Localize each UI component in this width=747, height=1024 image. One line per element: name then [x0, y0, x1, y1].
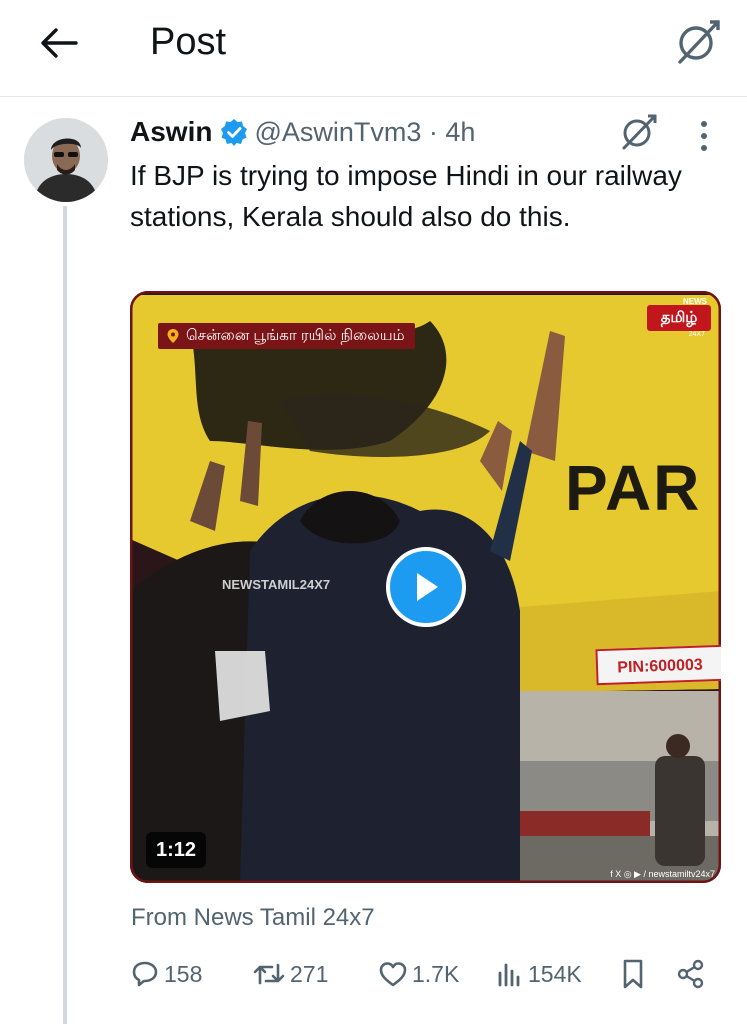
social-handles: f X ◎ ▶ / newstamiltv24x7: [610, 869, 715, 879]
grok-icon[interactable]: [620, 113, 658, 151]
post-time[interactable]: 4h: [445, 117, 475, 148]
sign-text: PAR: [565, 452, 702, 524]
video-duration: 1:12: [146, 832, 207, 868]
repost-button[interactable]: 271: [252, 956, 328, 992]
back-arrow-icon[interactable]: [36, 20, 82, 66]
pin-board: PIN:600003: [595, 644, 721, 686]
caption-text: சென்னை பூங்கா ரயில் நிலையம்: [186, 327, 405, 344]
author-row: Aswin @AswinTvm3 · 4h: [130, 114, 475, 150]
location-caption: சென்னை பூங்கா ரயில் நிலையம்: [158, 323, 415, 349]
views-icon: [498, 963, 520, 987]
action-bar: 158 271 1.7K 154K: [130, 956, 720, 992]
heart-icon: [379, 962, 407, 987]
watermark: NEWSTAMIL24X7: [222, 577, 331, 592]
source-attribution[interactable]: From News Tamil 24x7: [131, 904, 375, 932]
reply-count: 158: [164, 960, 203, 987]
like-count: 1.7K: [412, 960, 460, 987]
like-button[interactable]: 1.7K: [378, 956, 459, 992]
avatar[interactable]: [24, 118, 108, 202]
verified-badge-icon: [221, 119, 248, 146]
thread-line: [63, 206, 67, 1024]
grok-icon[interactable]: [674, 18, 722, 66]
view-count: 154K: [528, 960, 582, 987]
reply-icon: [132, 961, 158, 987]
logo-main-text: தமிழ்: [647, 305, 711, 331]
location-pin-icon: [167, 329, 179, 343]
play-button[interactable]: [386, 547, 466, 627]
views-button[interactable]: 154K: [496, 956, 582, 992]
play-icon: [417, 573, 438, 601]
author-name[interactable]: Aswin: [130, 116, 212, 148]
share-button[interactable]: [676, 956, 710, 992]
bookmark-icon: [623, 959, 643, 989]
share-icon: [677, 959, 704, 989]
repost-count: 271: [290, 960, 329, 987]
page-title: Post: [150, 21, 227, 63]
author-handle[interactable]: @AswinTvm3: [254, 117, 421, 148]
video-player[interactable]: PAR PIN:600003 சென்னை பூங்கா ரயில் நிலைய…: [130, 291, 721, 883]
reply-button[interactable]: 158: [130, 956, 202, 992]
more-options-icon[interactable]: [690, 118, 718, 154]
bookmark-button[interactable]: [620, 956, 650, 992]
profile-photo: [24, 118, 108, 202]
top-bar: Post: [0, 0, 747, 97]
tweet-text: If BJP is trying to impose Hindi in our …: [130, 160, 682, 232]
repost-icon: [253, 963, 285, 985]
logo-247-text: 24X7: [688, 331, 705, 338]
separator-dot: ·: [421, 116, 446, 147]
